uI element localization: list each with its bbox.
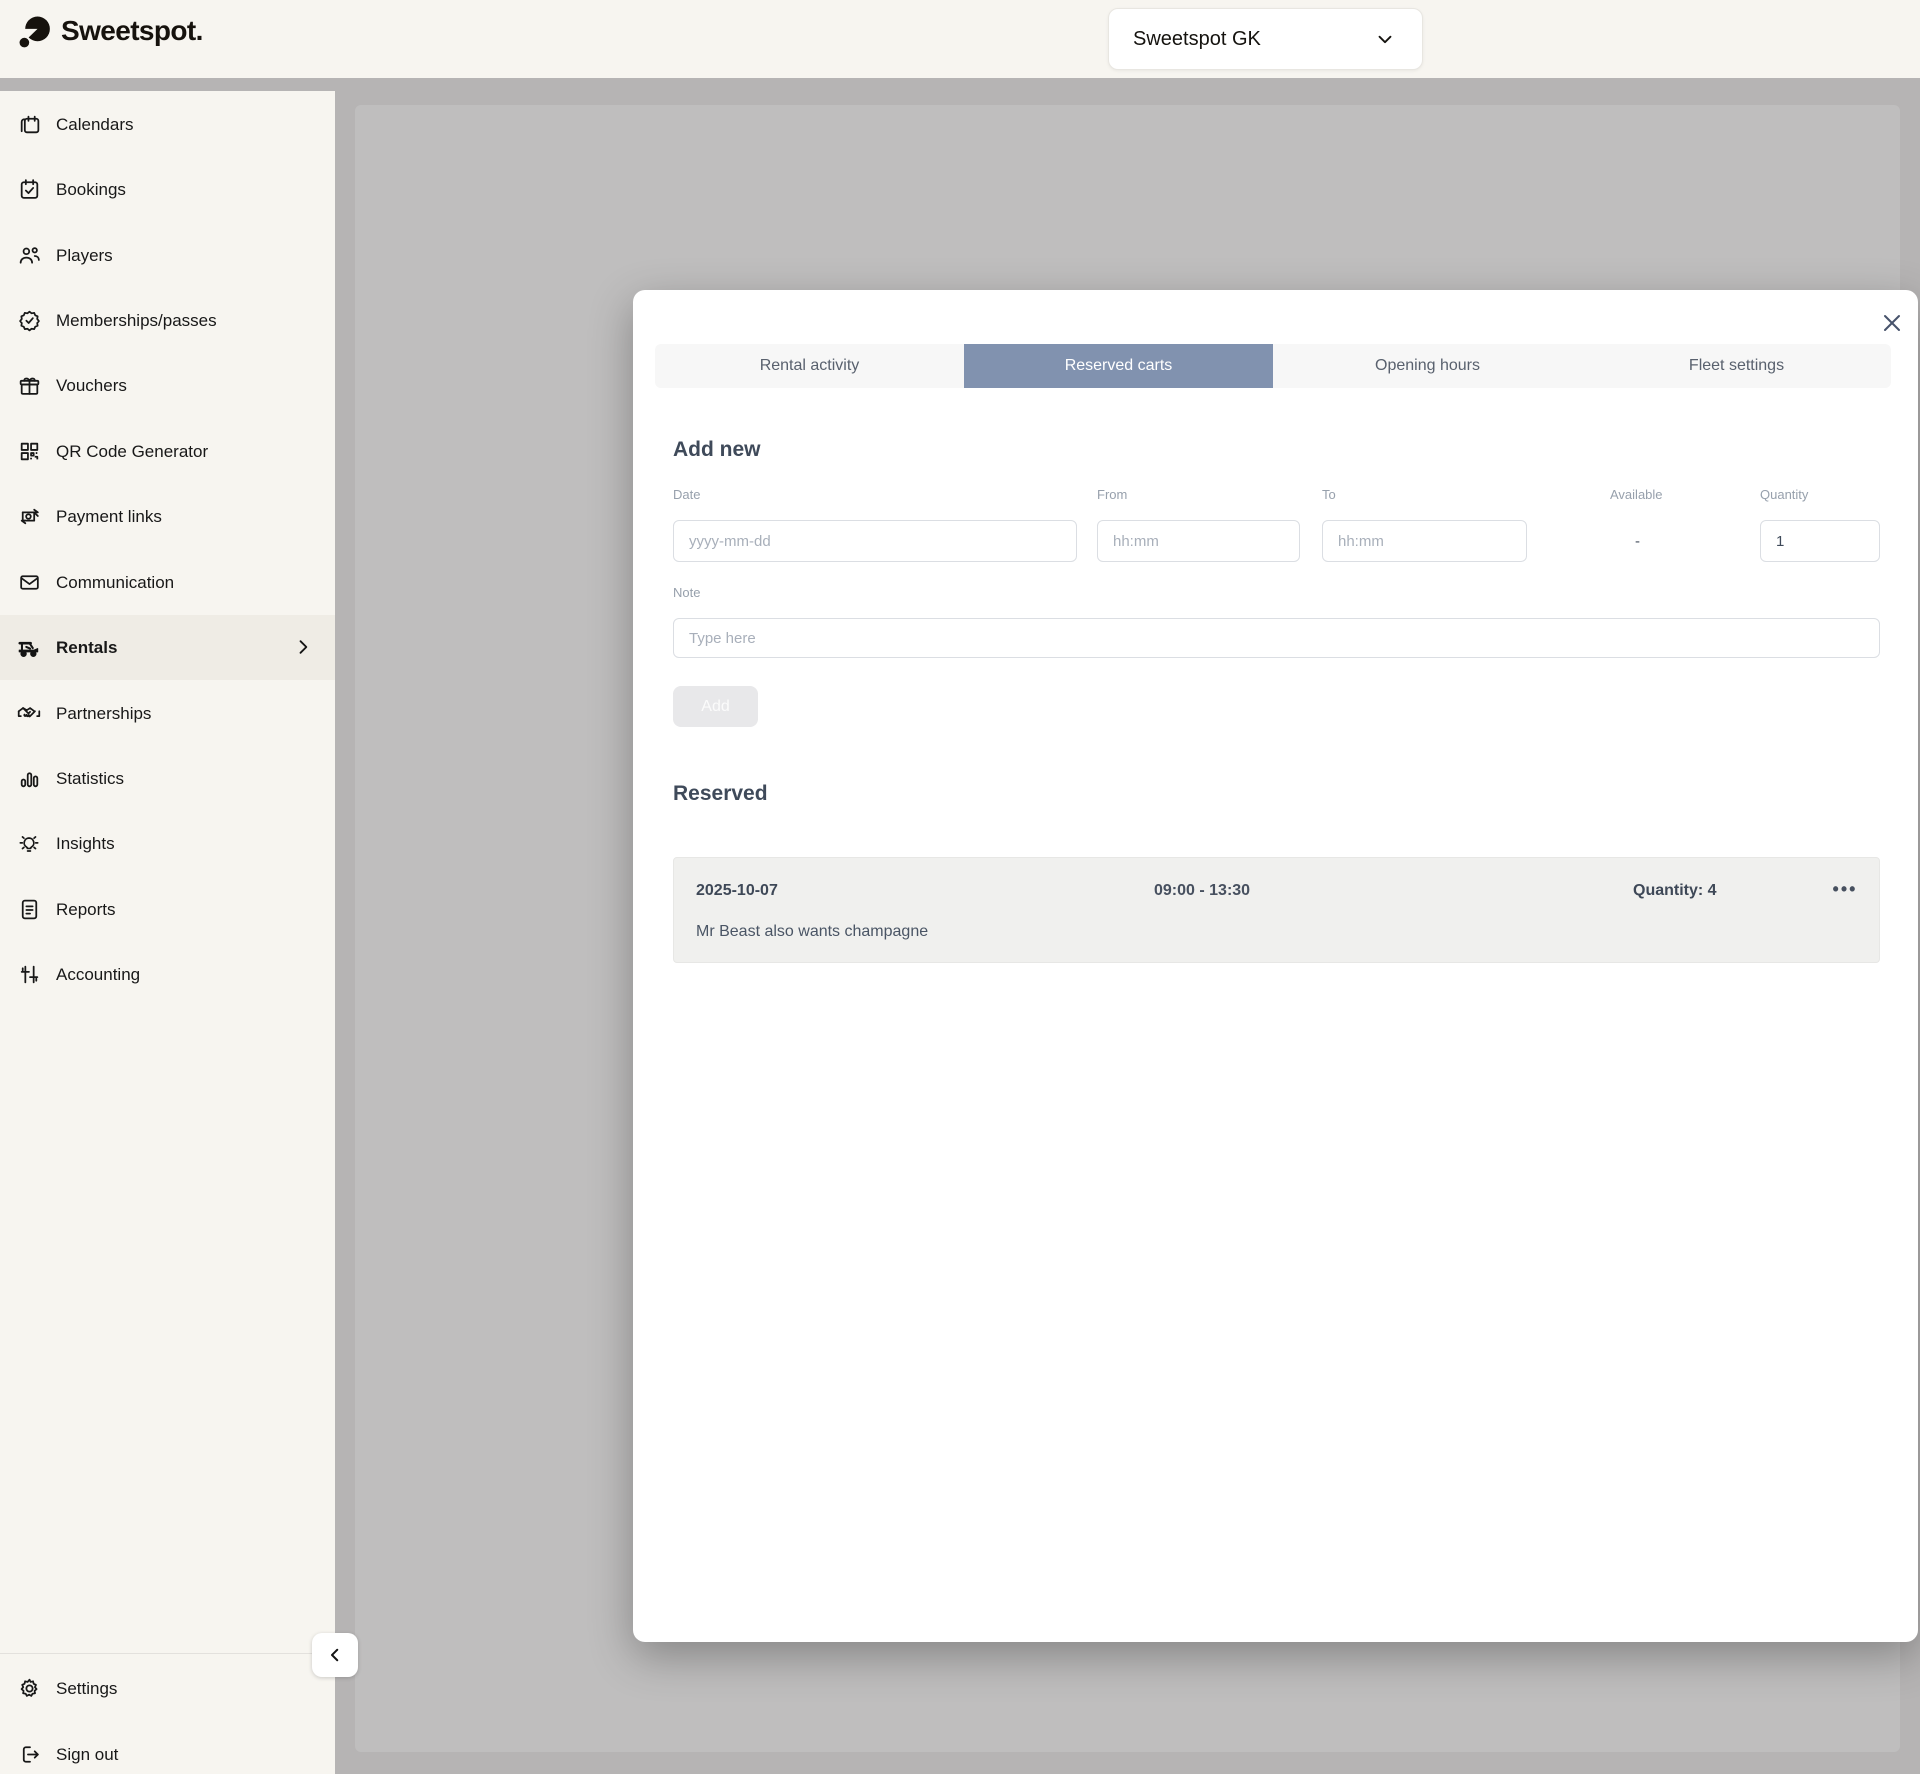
calendars-icon: [16, 112, 42, 138]
adjustments-icon: [16, 962, 42, 988]
quantity-input[interactable]: [1760, 520, 1880, 562]
sidebar-item-label: Calendars: [56, 115, 134, 135]
note-input[interactable]: [673, 618, 1880, 658]
voucher-gift-icon: [16, 373, 42, 399]
bookings-icon: [16, 177, 42, 203]
sidebar-item-label: Sign out: [56, 1745, 118, 1765]
sidebar-item-players[interactable]: Players: [0, 223, 335, 288]
logo-text: Sweetspot.: [61, 15, 203, 47]
add-new-title: Add new: [673, 438, 761, 462]
sidebar-collapse-button[interactable]: [312, 1633, 358, 1677]
date-input[interactable]: [673, 520, 1077, 562]
topbar: Sweetspot. Sweetspot GK: [0, 0, 1920, 78]
sidebar-item-bookings[interactable]: Bookings: [0, 157, 335, 222]
sidebar-footer-divider: [0, 1653, 335, 1654]
note-label: Note: [673, 585, 700, 600]
sidebar-item-label: Insights: [56, 834, 115, 854]
chevron-down-icon: [1374, 28, 1396, 50]
reserved-item-note: Mr Beast also wants champagne: [696, 923, 928, 941]
membership-badge-icon: [16, 308, 42, 334]
add-button[interactable]: Add: [673, 686, 758, 727]
sidebar-item-sign-out[interactable]: Sign out: [0, 1722, 335, 1774]
sidebar-item-label: Memberships/passes: [56, 311, 217, 331]
from-time-input[interactable]: [1097, 520, 1300, 562]
reserved-item-date: 2025-10-07: [696, 882, 778, 900]
sidebar-item-label: Players: [56, 246, 113, 266]
reserved-title: Reserved: [673, 782, 768, 806]
sidebar-item-communication[interactable]: Communication: [0, 550, 335, 615]
sidebar-item-label: Partnerships: [56, 704, 151, 724]
sidebar-item-label: Payment links: [56, 507, 162, 527]
sidebar: Calendars Bookings Players: [0, 91, 335, 1774]
sidebar-item-reports[interactable]: Reports: [0, 877, 335, 942]
sidebar-item-label: Accounting: [56, 965, 140, 985]
sidebar-item-label: Rentals: [56, 638, 117, 658]
sidebar-item-qr-code-generator[interactable]: QR Code Generator: [0, 419, 335, 484]
sidebar-item-calendars[interactable]: Calendars: [0, 92, 335, 157]
close-icon: [1880, 311, 1904, 335]
sidebar-item-label: Communication: [56, 573, 174, 593]
reserved-item-menu-button[interactable]: •••: [1827, 874, 1863, 904]
tab-reserved-carts[interactable]: Reserved carts: [964, 344, 1273, 388]
quantity-label: Quantity: [1760, 487, 1808, 502]
qr-code-icon: [16, 439, 42, 465]
sidebar-item-label: Statistics: [56, 769, 124, 789]
sidebar-item-label: Reports: [56, 900, 116, 920]
reserved-list-item: 2025-10-07 09:00 - 13:30 Quantity: 4 •••…: [673, 857, 1880, 963]
sidebar-item-settings[interactable]: Settings: [0, 1656, 335, 1721]
chevron-right-icon: [293, 637, 313, 657]
sidebar-item-payment-links[interactable]: Payment links: [0, 484, 335, 549]
sweetspot-logo: Sweetspot.: [17, 14, 203, 48]
tab-fleet-settings[interactable]: Fleet settings: [1582, 344, 1891, 388]
sidebar-item-memberships[interactable]: Memberships/passes: [0, 288, 335, 353]
chevron-left-icon: [326, 1646, 344, 1664]
ellipsis-icon: •••: [1833, 879, 1858, 900]
to-label: To: [1322, 487, 1336, 502]
date-label: Date: [673, 487, 700, 502]
bar-chart-icon: [16, 766, 42, 792]
players-icon: [16, 243, 42, 269]
app-root: Sweetspot. Sweetspot GK Calendars: [0, 0, 1920, 1774]
sidebar-item-label: Settings: [56, 1679, 117, 1699]
club-selector-dropdown[interactable]: Sweetspot GK: [1108, 8, 1423, 70]
gear-icon: [16, 1676, 42, 1702]
club-selector-value: Sweetspot GK: [1133, 28, 1261, 51]
reserved-item-time: 09:00 - 13:30: [1154, 882, 1250, 900]
tab-rental-activity[interactable]: Rental activity: [655, 344, 964, 388]
sidebar-item-label: Bookings: [56, 180, 126, 200]
sidebar-item-statistics[interactable]: Statistics: [0, 746, 335, 811]
available-label: Available: [1610, 487, 1663, 502]
report-document-icon: [16, 897, 42, 923]
communication-envelope-icon: [16, 570, 42, 596]
to-time-input[interactable]: [1322, 520, 1527, 562]
payment-links-icon: [16, 504, 42, 530]
reserved-item-quantity: Quantity: 4: [1633, 882, 1717, 900]
modal-close-button[interactable]: [1876, 307, 1908, 339]
sweetspot-logo-icon: [17, 14, 51, 48]
sidebar-item-insights[interactable]: Insights: [0, 811, 335, 876]
sidebar-item-partnerships[interactable]: Partnerships: [0, 681, 335, 746]
lightbulb-icon: [16, 831, 42, 857]
from-label: From: [1097, 487, 1127, 502]
rentals-modal: Rental activity Reserved carts Opening h…: [633, 290, 1918, 1642]
sign-out-icon: [16, 1742, 42, 1768]
available-value: -: [1635, 533, 1640, 550]
sidebar-item-label: Vouchers: [56, 376, 127, 396]
sidebar-item-accounting[interactable]: Accounting: [0, 942, 335, 1007]
sidebar-item-label: QR Code Generator: [56, 442, 208, 462]
modal-tab-bar: Rental activity Reserved carts Opening h…: [655, 344, 1891, 388]
golf-cart-icon: [16, 635, 42, 661]
handshake-icon: [16, 701, 42, 727]
sidebar-item-vouchers[interactable]: Vouchers: [0, 353, 335, 418]
tab-opening-hours[interactable]: Opening hours: [1273, 344, 1582, 388]
sidebar-item-rentals[interactable]: Rentals: [0, 615, 335, 680]
